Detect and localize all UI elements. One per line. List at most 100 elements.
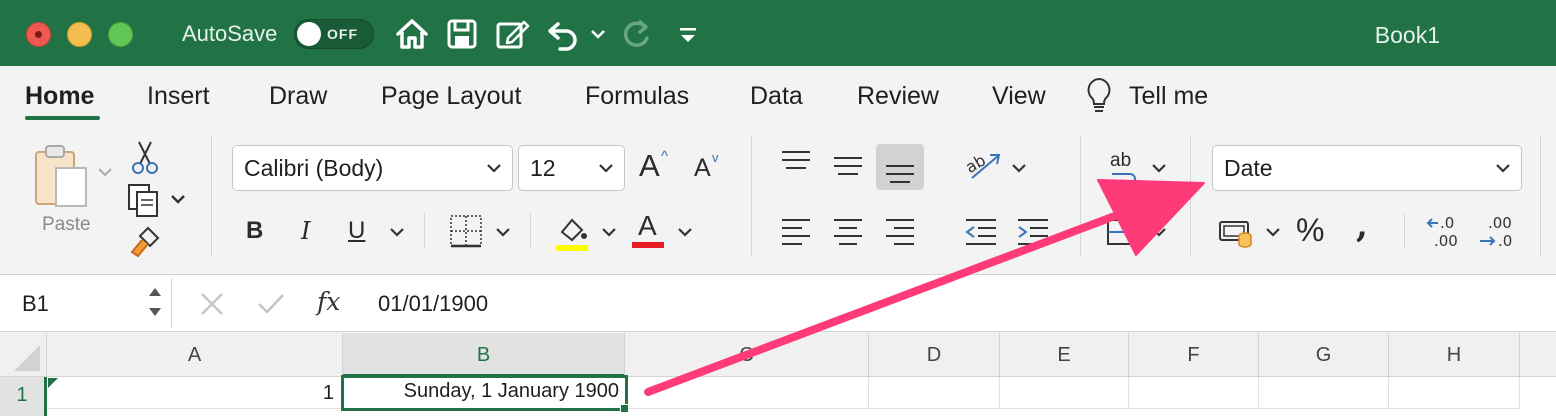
cell-b1[interactable]: Sunday, 1 January 1900 bbox=[341, 375, 628, 411]
cut-icon[interactable] bbox=[130, 140, 160, 176]
decrease-font-size-button[interactable]: A bbox=[694, 154, 711, 183]
edit-document-icon[interactable] bbox=[494, 16, 530, 52]
separator bbox=[1190, 135, 1191, 257]
increase-decimal-icon[interactable]: .0 .00 bbox=[1426, 212, 1466, 252]
align-middle-icon[interactable] bbox=[832, 148, 864, 180]
customize-toolbar-icon[interactable] bbox=[676, 16, 700, 52]
copy-menu-chevron-icon[interactable] bbox=[168, 192, 188, 208]
formula-input[interactable]: 01/01/1900 bbox=[378, 291, 488, 317]
separator bbox=[530, 213, 531, 249]
borders-icon[interactable] bbox=[448, 213, 484, 249]
orientation-icon[interactable]: ab bbox=[964, 148, 1004, 184]
undo-icon[interactable] bbox=[546, 16, 582, 52]
accounting-menu-chevron-icon[interactable] bbox=[1264, 226, 1282, 240]
autosave-toggle[interactable]: OFF bbox=[294, 19, 374, 49]
select-all-corner[interactable] bbox=[0, 333, 47, 377]
tab-tell-me[interactable]: Tell me bbox=[1129, 82, 1208, 111]
insert-function-button[interactable]: fx bbox=[317, 287, 340, 316]
align-right-icon[interactable] bbox=[884, 216, 916, 248]
font-color-menu-chevron-icon[interactable] bbox=[676, 226, 694, 240]
tab-data[interactable]: Data bbox=[750, 82, 803, 111]
font-color-swatch bbox=[632, 242, 664, 248]
redo-icon[interactable] bbox=[618, 16, 654, 52]
cancel-entry-icon[interactable] bbox=[198, 290, 226, 318]
svg-text:.00: .00 bbox=[1434, 232, 1458, 250]
decrease-indent-icon[interactable] bbox=[964, 216, 998, 248]
italic-button[interactable]: I bbox=[301, 217, 310, 245]
column-header-g[interactable]: G bbox=[1259, 333, 1389, 377]
tab-insert[interactable]: Insert bbox=[147, 82, 210, 111]
align-left-icon[interactable] bbox=[780, 216, 812, 248]
tab-draw[interactable]: Draw bbox=[269, 82, 327, 111]
toggle-knob bbox=[297, 22, 321, 46]
minimize-window-button[interactable] bbox=[67, 22, 92, 47]
column-header-f[interactable]: F bbox=[1129, 333, 1259, 377]
chevron-down-icon bbox=[1496, 164, 1510, 173]
align-bottom-icon bbox=[886, 165, 914, 183]
confirm-entry-icon[interactable] bbox=[256, 290, 286, 318]
svg-text:.0: .0 bbox=[1498, 232, 1512, 250]
format-painter-icon[interactable] bbox=[128, 224, 164, 260]
increase-indent-icon[interactable] bbox=[1016, 216, 1050, 248]
font-color-button[interactable]: A bbox=[638, 210, 657, 242]
font-size-dropdown[interactable]: 12 bbox=[518, 145, 625, 191]
tab-view[interactable]: View bbox=[992, 82, 1046, 111]
fill-color-menu-chevron-icon[interactable] bbox=[600, 226, 618, 240]
autosave-label: AutoSave bbox=[182, 21, 278, 46]
zoom-window-button[interactable] bbox=[108, 22, 133, 47]
undo-menu-chevron-icon[interactable] bbox=[588, 16, 608, 52]
number-format-dropdown[interactable]: Date bbox=[1212, 145, 1522, 191]
fill-color-icon[interactable] bbox=[554, 212, 590, 252]
cell-a1[interactable]: 1 bbox=[47, 377, 343, 409]
separator bbox=[1404, 213, 1405, 249]
tab-review[interactable]: Review bbox=[857, 82, 939, 111]
copy-icon[interactable] bbox=[126, 182, 162, 218]
cell-e1[interactable] bbox=[1000, 377, 1129, 409]
borders-menu-chevron-icon[interactable] bbox=[494, 226, 512, 240]
tab-page-layout[interactable]: Page Layout bbox=[381, 82, 521, 111]
cell-f1[interactable] bbox=[1129, 377, 1259, 409]
close-window-button[interactable] bbox=[26, 22, 51, 47]
column-header-b[interactable]: B bbox=[343, 333, 625, 377]
align-top-icon[interactable] bbox=[780, 148, 812, 180]
column-header-a[interactable]: A bbox=[47, 333, 343, 377]
column-header-d[interactable]: D bbox=[869, 333, 1000, 377]
column-header-c[interactable]: C bbox=[625, 333, 869, 377]
tab-home[interactable]: Home bbox=[25, 82, 94, 111]
ribbon-tabs: Home Insert Draw Page Layout Formulas Da… bbox=[0, 66, 1556, 130]
merge-center-icon[interactable] bbox=[1106, 216, 1140, 248]
home-icon[interactable] bbox=[394, 16, 430, 52]
cell-g1[interactable] bbox=[1259, 377, 1389, 409]
font-name-dropdown[interactable]: Calibri (Body) bbox=[232, 145, 513, 191]
merge-menu-chevron-icon[interactable] bbox=[1150, 226, 1168, 240]
increase-font-size-button[interactable]: A bbox=[639, 148, 660, 184]
decrease-decimal-icon[interactable]: .00 .0 bbox=[1478, 212, 1518, 252]
column-header-e[interactable]: E bbox=[1000, 333, 1129, 377]
percent-style-button[interactable]: % bbox=[1296, 212, 1324, 249]
cell-h1[interactable] bbox=[1389, 377, 1520, 409]
wrap-text-button[interactable]: ab bbox=[1110, 150, 1131, 172]
paste-menu-chevron-icon[interactable] bbox=[96, 165, 114, 179]
bold-button[interactable]: B bbox=[246, 217, 263, 245]
column-header-h[interactable]: H bbox=[1389, 333, 1520, 377]
cell-d1[interactable] bbox=[869, 377, 1000, 409]
wrap-text-menu-chevron-icon[interactable] bbox=[1150, 162, 1168, 176]
row-header-1[interactable]: 1 bbox=[0, 377, 47, 416]
accounting-format-icon[interactable] bbox=[1218, 214, 1258, 250]
underline-menu-chevron-icon[interactable] bbox=[388, 226, 406, 240]
name-box-stepper-icon[interactable] bbox=[146, 282, 164, 322]
paste-icon[interactable] bbox=[32, 142, 94, 210]
tab-formulas[interactable]: Formulas bbox=[585, 82, 689, 111]
separator bbox=[751, 135, 752, 257]
comma-style-button[interactable]: , bbox=[1356, 206, 1368, 246]
align-center-icon[interactable] bbox=[832, 216, 864, 248]
separator bbox=[424, 213, 425, 249]
paste-label: Paste bbox=[42, 214, 91, 235]
underline-button[interactable]: U bbox=[348, 217, 365, 245]
orientation-menu-chevron-icon[interactable] bbox=[1010, 162, 1028, 176]
save-icon[interactable] bbox=[444, 16, 480, 52]
separator bbox=[211, 135, 212, 257]
column-header-next[interactable] bbox=[1520, 333, 1556, 377]
cell-c1[interactable] bbox=[628, 377, 869, 409]
lightbulb-icon[interactable] bbox=[1084, 76, 1114, 116]
